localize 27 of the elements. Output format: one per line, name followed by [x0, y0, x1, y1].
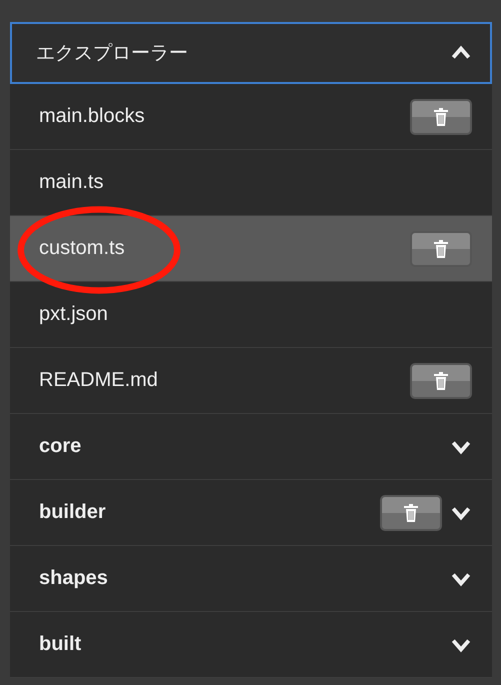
delete-button[interactable]	[410, 230, 472, 266]
item-name: builder	[39, 501, 106, 524]
item-name: built	[39, 633, 82, 656]
file-item[interactable]: built	[10, 612, 492, 678]
file-item[interactable]: custom.ts	[10, 216, 492, 282]
item-name: custom.ts	[39, 237, 125, 260]
trash-icon	[433, 240, 449, 258]
explorer-title: エクスプローラー	[36, 42, 188, 66]
file-item[interactable]: pxt.json	[10, 282, 492, 348]
trash-icon	[433, 372, 449, 390]
file-item[interactable]: shapes	[10, 546, 492, 612]
item-name: main.blocks	[39, 105, 145, 128]
delete-button[interactable]	[410, 98, 472, 134]
delete-button[interactable]	[380, 494, 442, 530]
file-item[interactable]: README.md	[10, 348, 492, 414]
trash-icon	[433, 108, 449, 126]
file-item[interactable]: main.blocks	[10, 84, 492, 150]
item-name: shapes	[39, 567, 108, 590]
file-item[interactable]: builder	[10, 480, 492, 546]
delete-button[interactable]	[410, 362, 472, 398]
file-item[interactable]: core	[10, 414, 492, 480]
trash-icon	[403, 504, 419, 522]
item-name: pxt.json	[39, 303, 108, 326]
item-name: core	[39, 435, 82, 458]
explorer-header[interactable]: エクスプローラー	[10, 22, 492, 84]
item-name: main.ts	[39, 171, 104, 194]
item-name: README.md	[39, 369, 158, 392]
